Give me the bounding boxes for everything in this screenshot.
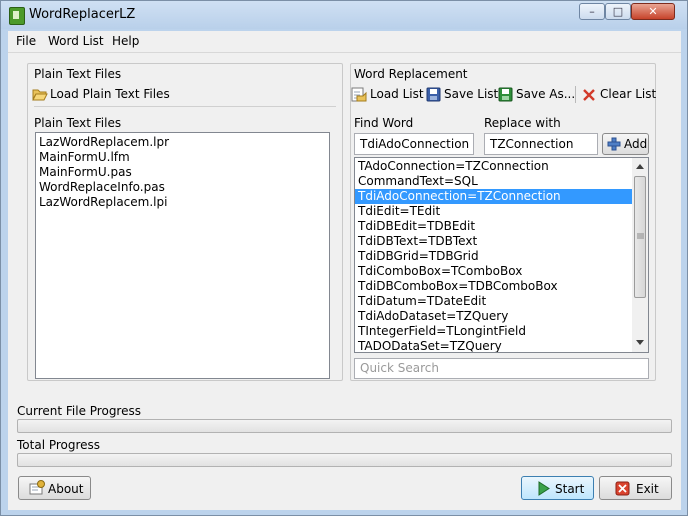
replacement-list-item[interactable]: TdiDBEdit=TDBEdit <box>355 219 632 234</box>
plain-text-files-list-label: Plain Text Files <box>34 116 122 130</box>
current-file-progress-bar <box>17 419 672 433</box>
quick-search-input[interactable]: Quick Search <box>354 358 649 379</box>
replace-with-label: Replace with <box>484 116 561 130</box>
menu-file[interactable]: File <box>16 34 36 48</box>
file-list-item[interactable]: MainFormU.pas <box>36 165 329 180</box>
close-button[interactable]: ✕ <box>631 3 675 20</box>
title-bar[interactable]: WordReplacerLZ – □ ✕ <box>1 1 687 29</box>
exit-label: Exit <box>636 482 659 496</box>
add-button[interactable]: Add <box>602 133 649 155</box>
replacement-list-items: TAdoConnection=TZConnection CommandText=S… <box>355 159 632 352</box>
file-list-item[interactable]: MainFormU.lfm <box>36 150 329 165</box>
client-area: File Word List Help Plain Text Files Loa… <box>8 31 681 510</box>
scroll-grip-icon <box>637 233 644 239</box>
word-list-toolbar: Load List Save List Save As... Clear Lis… <box>350 83 656 107</box>
save-list-label: Save List <box>444 87 499 101</box>
app-icon <box>9 7 25 25</box>
menu-help[interactable]: Help <box>112 34 139 48</box>
window-title: WordReplacerLZ <box>29 7 136 22</box>
total-progress-label: Total Progress <box>17 438 101 452</box>
file-list-item[interactable]: WordReplaceInfo.pas <box>36 180 329 195</box>
word-replacement-title: Word Replacement <box>354 67 468 81</box>
scroll-down-arrow-icon[interactable] <box>635 339 645 347</box>
current-file-progress-label: Current File Progress <box>17 404 141 418</box>
clear-x-icon <box>583 89 595 101</box>
replacement-list-item[interactable]: TdiDBText=TDBText <box>355 234 632 249</box>
replacement-list-item[interactable]: TdiDBGrid=TDBGrid <box>355 249 632 264</box>
replacement-list-item[interactable]: TdiAdoDataset=TZQuery <box>355 309 632 324</box>
save-as-button[interactable]: Save As... <box>497 83 576 105</box>
left-divider <box>34 106 336 107</box>
replacement-list-item[interactable]: TdiAdoConnection=TZConnection <box>355 189 632 204</box>
start-label: Start <box>555 482 585 496</box>
scrollbar-thumb[interactable] <box>634 176 646 298</box>
minimize-button[interactable]: – <box>579 3 605 20</box>
menu-separator <box>8 52 681 53</box>
save-as-icon <box>498 87 513 102</box>
save-as-label: Save As... <box>516 87 576 101</box>
replacement-list-item[interactable]: TdiDBComboBox=TDBComboBox <box>355 279 632 294</box>
replacement-list-item[interactable]: TAdoConnection=TZConnection <box>355 159 632 174</box>
replacement-list-scrollbar[interactable] <box>632 158 648 352</box>
replacement-list-item[interactable]: TdiComboBox=TComboBox <box>355 264 632 279</box>
replacement-list-item[interactable]: TADODataSet=TZQuery <box>355 339 632 352</box>
toolbar-separator <box>575 86 576 103</box>
menu-bar: File Word List Help <box>8 31 681 51</box>
file-list-item[interactable]: LazWordReplacem.lpi <box>36 195 329 210</box>
replacement-list-item[interactable]: TIntegerField=TLongintField <box>355 324 632 339</box>
replacement-list-item[interactable]: TdiEdit=TEdit <box>355 204 632 219</box>
clear-list-label: Clear List <box>600 87 657 101</box>
save-list-button[interactable]: Save List <box>425 83 499 105</box>
exit-close-icon <box>615 481 630 496</box>
clear-list-button[interactable]: Clear List <box>579 83 657 105</box>
file-list-item[interactable]: LazWordReplacem.lpr <box>36 135 329 150</box>
replacement-list-item[interactable]: TdiDatum=TDateEdit <box>355 294 632 309</box>
add-button-label: Add <box>624 137 648 151</box>
load-plain-text-files-button[interactable]: Load Plain Text Files <box>31 83 171 105</box>
folder-open-icon <box>32 89 48 101</box>
load-plain-text-files-label: Load Plain Text Files <box>50 87 170 101</box>
about-info-icon <box>29 480 45 495</box>
start-button[interactable]: Start <box>521 476 594 500</box>
total-progress-bar <box>17 453 672 467</box>
app-window: WordReplacerLZ – □ ✕ File Word List Help… <box>0 0 688 516</box>
menu-word-list[interactable]: Word List <box>48 34 104 48</box>
about-label: About <box>48 482 84 496</box>
exit-button[interactable]: Exit <box>599 476 672 500</box>
about-button[interactable]: About <box>18 476 91 500</box>
save-disk-icon <box>426 87 441 102</box>
start-play-icon <box>538 481 550 496</box>
add-plus-icon <box>607 137 621 151</box>
find-word-input[interactable]: TdiAdoConnection <box>354 133 474 155</box>
plain-text-files-title: Plain Text Files <box>34 67 122 81</box>
scroll-up-arrow-icon[interactable] <box>635 162 645 170</box>
find-word-label: Find Word <box>354 116 414 130</box>
replacement-list[interactable]: TAdoConnection=TZConnection CommandText=S… <box>354 157 649 353</box>
plain-text-files-list[interactable]: LazWordReplacem.lpr MainFormU.lfm MainForm… <box>35 132 330 379</box>
load-list-button[interactable]: Load List <box>350 83 424 105</box>
load-list-label: Load List <box>370 87 424 101</box>
replacement-list-item[interactable]: CommandText=SQL <box>355 174 632 189</box>
maximize-button[interactable]: □ <box>605 3 631 20</box>
replace-with-input[interactable]: TZConnection <box>484 133 598 155</box>
load-list-icon <box>351 87 367 102</box>
